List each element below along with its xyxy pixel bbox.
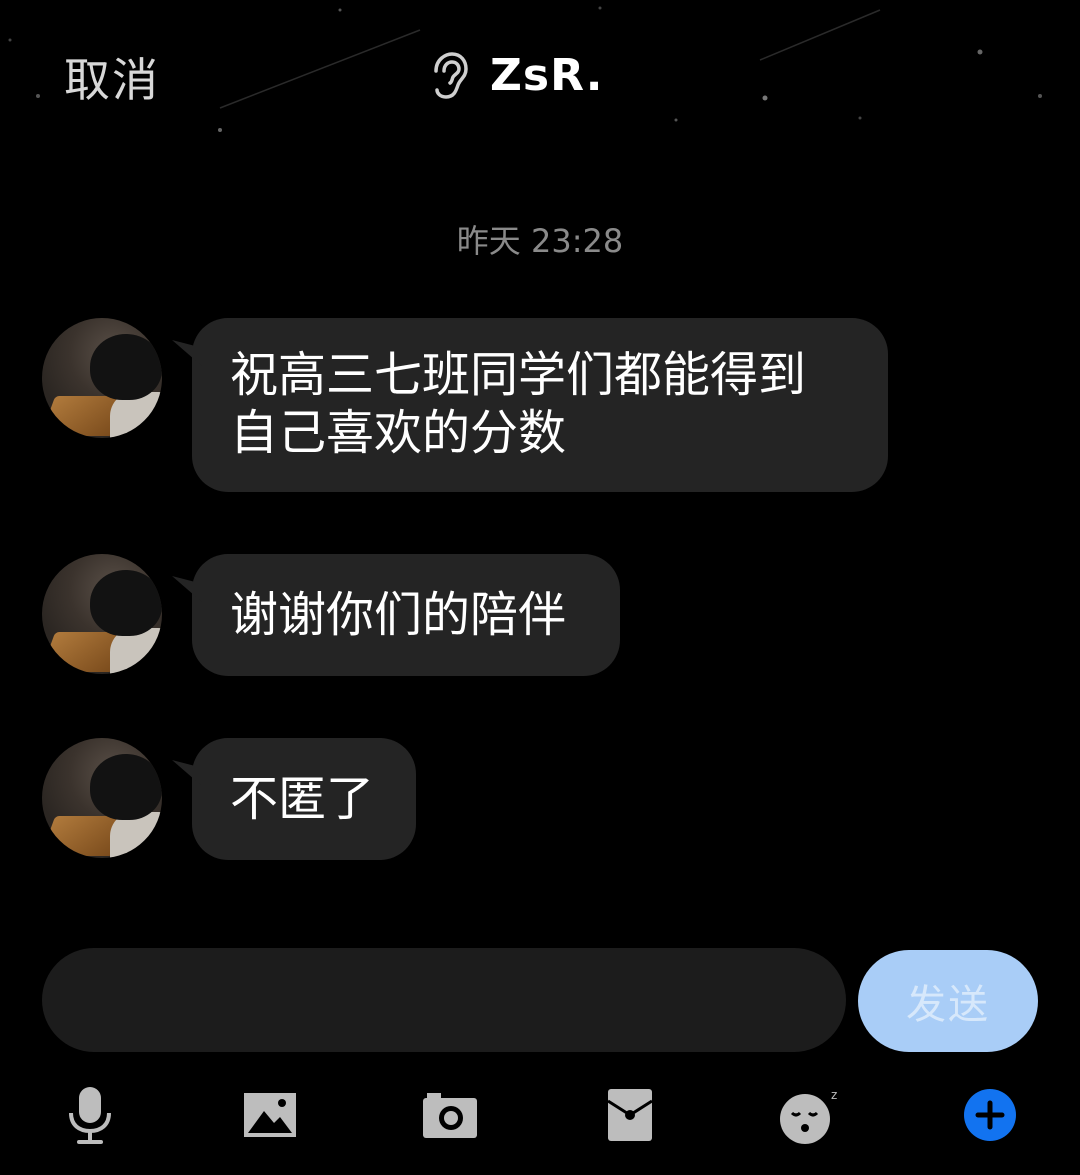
microphone-icon[interactable] [55,1080,125,1150]
message-bubble[interactable]: 祝高三七班同学们都能得到 自己喜欢的分数 [192,318,888,492]
sleepy-face-icon[interactable]: z [775,1080,845,1150]
chat-title: ZsR. [490,50,604,101]
message-input[interactable] [42,948,846,1052]
avatar[interactable] [42,554,162,674]
camera-icon[interactable] [415,1080,485,1150]
message-text-line: 祝高三七班同学们都能得到 [230,347,807,403]
message-text-line: 自己喜欢的分数 [230,405,567,461]
plus-icon[interactable] [955,1080,1025,1150]
message-row: 不匿了 [42,738,416,860]
message-timestamp: 昨天 23:28 [456,222,624,260]
message-text-line: 不匿了 [230,771,375,827]
message-text-line: 谢谢你们的陪伴 [230,587,567,643]
avatar[interactable] [42,738,162,858]
chat-screen: 取消 ZsR. 昨天 23:28 祝高三七班同学们都能得到 自己喜欢的分数 谢谢… [0,0,1080,1175]
send-button[interactable]: 发送 [858,950,1038,1052]
avatar[interactable] [42,318,162,438]
message-row: 祝高三七班同学们都能得到 自己喜欢的分数 [42,318,888,492]
image-icon[interactable] [235,1080,305,1150]
red-packet-icon[interactable] [595,1080,665,1150]
chat-header: 取消 ZsR. [0,0,1080,160]
chat-title-group: ZsR. [428,50,604,101]
message-row: 谢谢你们的陪伴 [42,554,620,676]
svg-text:z: z [831,1088,837,1102]
bottom-toolbar: z [0,1080,1080,1160]
message-bubble[interactable]: 不匿了 [192,738,416,860]
ear-icon[interactable] [428,51,468,101]
cancel-button[interactable]: 取消 [64,44,160,110]
message-bubble[interactable]: 谢谢你们的陪伴 [192,554,620,676]
